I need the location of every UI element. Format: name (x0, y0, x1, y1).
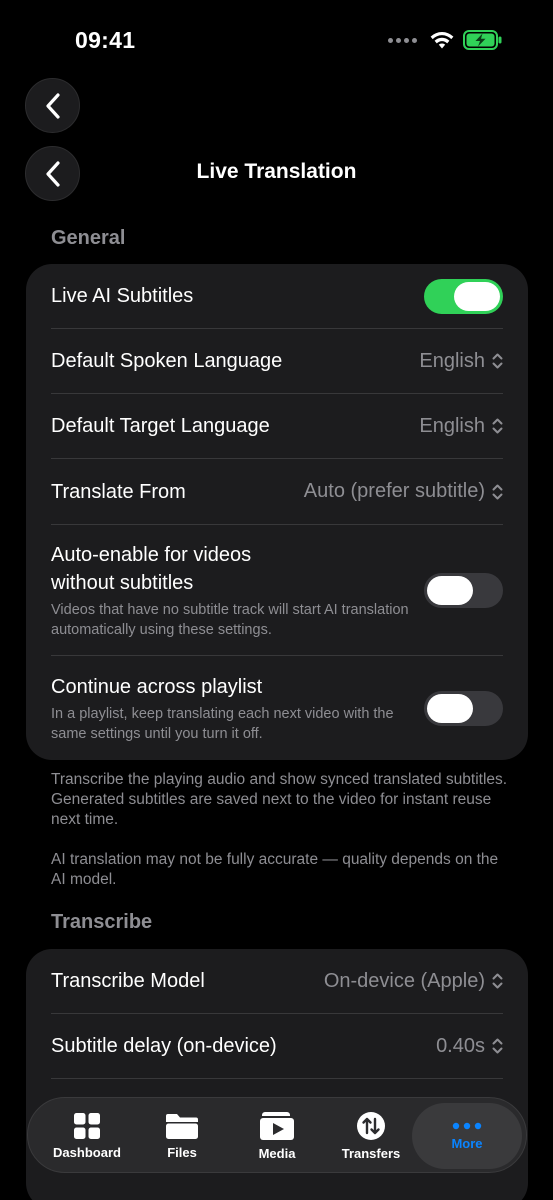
row-label: Live AI Subtitles (51, 285, 194, 307)
tab-bar: Dashboard Files Media Transfers More (27, 1097, 527, 1173)
folder-icon (166, 1114, 198, 1139)
live-ai-subtitles-toggle[interactable] (424, 278, 503, 314)
row-value: Auto (prefer subtitle) (303, 480, 485, 502)
section-title-general: General (51, 227, 126, 249)
row-live-ai-subtitles[interactable]: Live AI Subtitles (51, 264, 503, 329)
status-time: 09:41 (75, 27, 136, 53)
general-footer-disclaimer: AI translation may not be fully accurate… (51, 851, 499, 888)
tab-transfers[interactable]: Transfers (324, 1098, 418, 1174)
row-translate-from[interactable]: Translate From Auto (prefer subtitle) (51, 459, 503, 525)
media-play-icon (260, 1112, 294, 1140)
general-settings-card: Live AI Subtitles Default Spoken Languag… (26, 264, 528, 760)
tab-label: Media (258, 1146, 296, 1161)
row-label: Default Spoken Language (51, 350, 283, 372)
row-default-spoken-language[interactable]: Default Spoken Language English (51, 329, 503, 394)
row-label: Transcribe Model (51, 970, 205, 992)
wifi-icon (430, 32, 454, 49)
section-title-transcribe: Transcribe (51, 911, 153, 933)
translate-from-select[interactable]: Auto (prefer subtitle) (304, 480, 503, 503)
row-default-target-language[interactable]: Default Target Language English (51, 394, 503, 459)
row-value: English (419, 349, 485, 372)
status-icons (388, 30, 503, 50)
row-value: 0.40s (436, 1034, 485, 1057)
tab-label: Dashboard (53, 1145, 121, 1160)
battery-charging-icon (463, 30, 502, 50)
chevron-up-down-icon (492, 484, 503, 499)
grid-icon (74, 1113, 100, 1139)
row-label: Subtitle delay (on-device) (51, 1035, 277, 1057)
row-value: On-device (Apple) (323, 969, 485, 992)
target-language-select[interactable]: English (419, 415, 503, 438)
row-transcribe-model[interactable]: Transcribe Model On-device (Apple) (51, 949, 503, 1014)
row-continue-across-playlist[interactable]: Continue across playlist In a playlist, … (51, 656, 503, 760)
transfer-arrows-icon (357, 1112, 385, 1140)
spoken-language-select[interactable]: English (419, 350, 503, 373)
row-label: without subtitles (51, 571, 194, 594)
row-label: Auto-enable for videos (51, 543, 252, 566)
chevron-up-down-icon (492, 418, 503, 434)
tab-dashboard[interactable]: Dashboard (40, 1098, 134, 1174)
continue-playlist-toggle[interactable] (424, 690, 503, 726)
row-text: Auto-enable for videos without subtitles… (51, 541, 411, 640)
row-description: Videos that have no subtitle track will … (51, 601, 409, 638)
row-text: Continue across playlist In a playlist, … (51, 673, 411, 744)
tab-media[interactable]: Media (230, 1098, 324, 1174)
row-description: In a playlist, keep translating each nex… (51, 705, 394, 742)
row-label: Translate From (51, 480, 186, 503)
row-value: English (419, 414, 485, 437)
cellular-dots-icon (388, 37, 417, 43)
row-subtitle-delay[interactable]: Subtitle delay (on-device) 0.40s (51, 1014, 503, 1079)
row-label: Continue across playlist (51, 675, 263, 698)
tab-more[interactable]: More (412, 1103, 522, 1169)
row-auto-enable[interactable]: Auto-enable for videos without subtitles… (51, 525, 503, 656)
tab-files[interactable]: Files (135, 1098, 229, 1174)
subtitle-delay-select[interactable]: 0.40s (436, 1035, 503, 1058)
page-title: Live Translation (196, 160, 357, 183)
status-bar: 09:41 (0, 0, 553, 80)
tab-label: Files (167, 1145, 197, 1160)
chevron-up-down-icon (492, 1038, 503, 1054)
tab-label: Transfers (341, 1146, 401, 1161)
chevron-left-icon (45, 92, 60, 119)
row-label: Default Target Language (51, 415, 270, 437)
ellipsis-icon (452, 1122, 482, 1130)
auto-enable-toggle[interactable] (424, 572, 503, 608)
transcribe-model-select[interactable]: On-device (Apple) (324, 970, 503, 993)
chevron-up-down-icon (492, 353, 503, 369)
tab-label: More (451, 1136, 483, 1151)
general-footer-description: Transcribe the playing audio and show sy… (51, 771, 508, 828)
back-button[interactable] (25, 78, 80, 133)
chevron-up-down-icon (492, 973, 503, 989)
